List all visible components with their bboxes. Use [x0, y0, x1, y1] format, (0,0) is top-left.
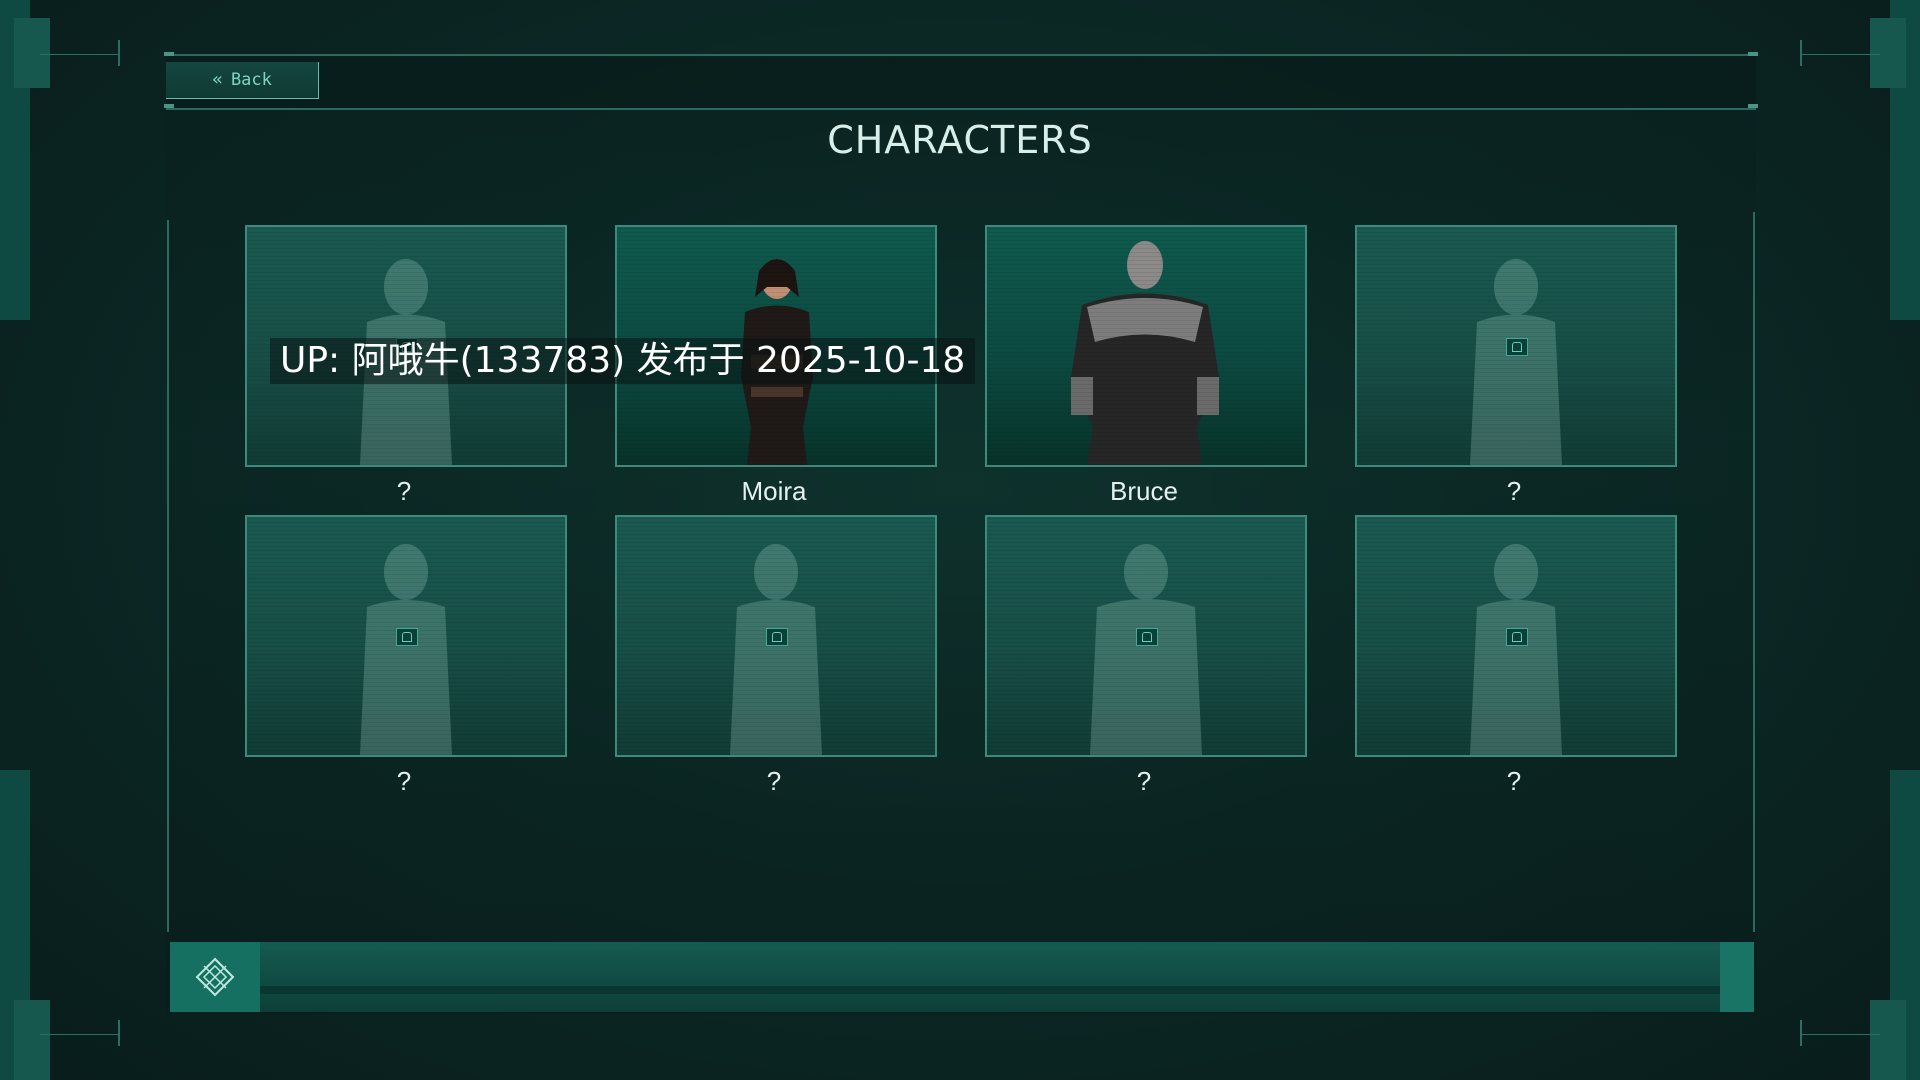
back-button[interactable]: « Back: [166, 62, 319, 99]
character-card-8[interactable]: [1355, 515, 1677, 757]
lock-icon: [1506, 628, 1528, 646]
bottom-bar-end-cap: [1720, 942, 1754, 1012]
bottom-bar: [170, 942, 1754, 1012]
character-name-moira: Moira: [741, 476, 807, 506]
character-name-6: ?: [766, 766, 782, 796]
edge-left-top-accent: [14, 18, 50, 88]
uploader-watermark: UP: 阿哦牛(133783) 发布于 2025-10-18: [270, 338, 976, 384]
lock-icon: [1136, 628, 1158, 646]
back-button-label: Back: [230, 70, 272, 90]
frame-hline-left-bottom: [40, 1034, 120, 1035]
character-name-8: ?: [1506, 766, 1522, 796]
bottom-logo: [170, 942, 260, 1012]
edge-left-bottom-accent: [14, 1000, 50, 1080]
edge-right-top-accent: [1870, 18, 1906, 88]
panel-side-right: [1753, 212, 1755, 932]
frame-hline-left-top: [40, 54, 120, 55]
corner-marker-tr: [1748, 52, 1758, 56]
character-name-bruce: Bruce: [1110, 476, 1178, 506]
character-card-4[interactable]: [1355, 225, 1677, 467]
character-name-7: ?: [1136, 766, 1152, 796]
lock-icon: [1506, 338, 1528, 356]
frame-line-right: [1800, 40, 1802, 66]
character-card-5[interactable]: [245, 515, 567, 757]
frame-line-right-b: [1800, 1020, 1802, 1046]
frame-hline-right-bottom: [1800, 1034, 1880, 1035]
diamond-crosshatch-icon: [195, 957, 235, 997]
character-card-6[interactable]: [615, 515, 937, 757]
frame-line-left-b: [118, 1020, 120, 1046]
page-title: CHARACTERS: [827, 118, 1093, 162]
character-name-5: ?: [396, 766, 412, 796]
character-name-1: ?: [396, 476, 412, 506]
lock-icon: [396, 628, 418, 646]
corner-marker-br: [1748, 104, 1758, 108]
bruce-portrait: [1071, 241, 1219, 465]
frame-line-left: [118, 40, 120, 66]
corner-marker-bl: [164, 104, 174, 108]
bottom-bar-stripe: [260, 986, 1720, 994]
edge-right-bottom-accent: [1870, 1000, 1906, 1080]
double-chevron-left-icon: «: [212, 69, 223, 90]
corner-marker-tl: [164, 52, 174, 56]
frame-hline-right-top: [1800, 54, 1880, 55]
character-name-4: ?: [1506, 476, 1522, 506]
character-card-bruce[interactable]: [985, 225, 1307, 467]
lock-icon: [766, 628, 788, 646]
panel-side-left: [167, 220, 169, 932]
character-card-7[interactable]: [985, 515, 1307, 757]
top-bar: [166, 54, 1756, 110]
